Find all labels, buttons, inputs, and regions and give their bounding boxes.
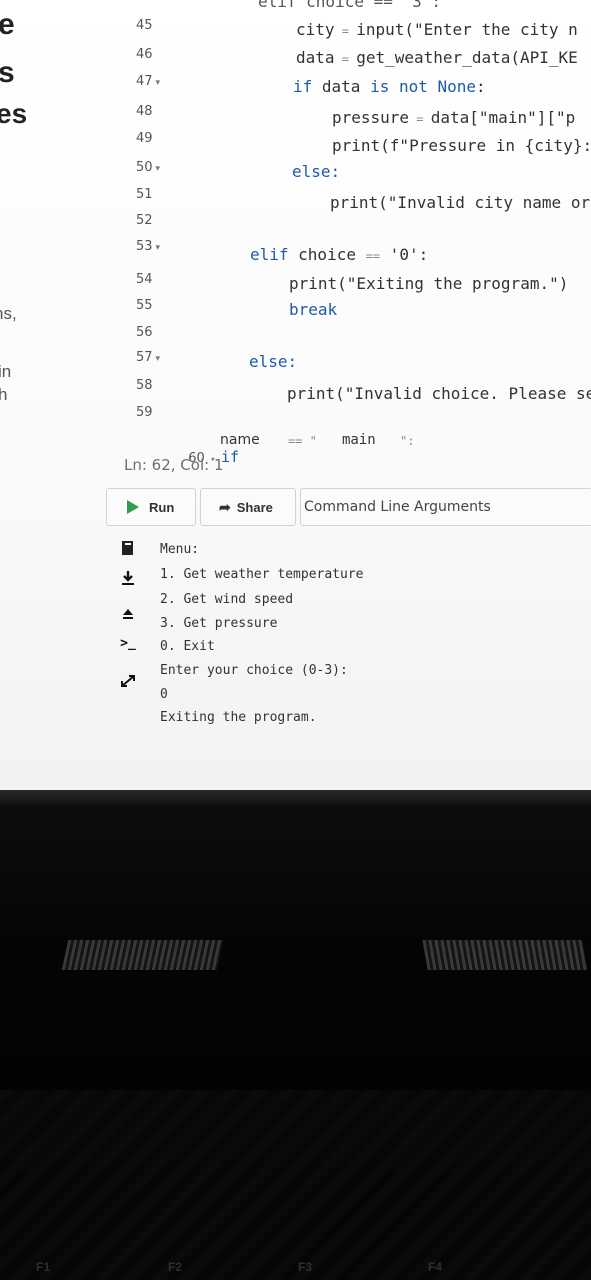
run-button-label: Run (149, 499, 175, 515)
keyboard-key: F2 (168, 1260, 183, 1274)
console-line: Enter your choice (0-3): (160, 663, 348, 678)
keyboard-key: F4 (428, 1260, 443, 1274)
download-icon[interactable] (116, 570, 140, 590)
run-button[interactable]: Run (106, 488, 196, 526)
cursor-position-status: Ln: 62, Col: 1 (124, 456, 224, 474)
expand-icon[interactable] (116, 674, 140, 692)
console-line: 0. Exit (160, 639, 215, 654)
console-line: Exiting the program. (160, 710, 317, 725)
code-editor[interactable]: elif choice == '3': city = input("Enter … (0, 0, 591, 466)
screen-bezel (0, 790, 591, 808)
share-button-label: Share (236, 499, 273, 515)
speaker-grille (422, 940, 588, 970)
code-line: pressure = data["main"]["p (332, 108, 576, 127)
code-line: elif choice == '0': (250, 245, 429, 264)
code-line: print("Exiting the program.") (289, 274, 569, 293)
code-line: print(f"Pressure in {city}: (332, 136, 591, 155)
code-line: data = get_weather_data(API_KE (296, 48, 578, 67)
share-button[interactable]: ➦ Share (200, 488, 296, 526)
console-line: 3. Get pressure (160, 616, 278, 631)
play-icon (127, 500, 139, 514)
code-line: city = input("Enter the city n (296, 20, 578, 39)
keyboard-key: F3 (298, 1260, 313, 1274)
code-line: else: (249, 352, 298, 371)
code-line: if data is not None: (293, 77, 486, 96)
console-line: 1. Get weather temperature (160, 567, 364, 582)
code-line: elif choice == '3': (258, 0, 442, 11)
keyboard-key: F1 (36, 1260, 51, 1274)
ide-screen: e s es ns, in h 45 46 47▾ 48 49 50▾ 51 5… (0, 0, 591, 790)
code-line: break (289, 300, 338, 319)
code-line: print("Invalid choice. Please se (287, 384, 591, 403)
console-line: 0 (160, 687, 168, 702)
keyboard-deck (0, 1090, 591, 1280)
console-line: Menu: (160, 542, 200, 557)
terminal-icon[interactable]: >_ (116, 636, 140, 651)
erase-icon[interactable] (116, 606, 140, 624)
share-icon: ➦ (219, 498, 231, 515)
command-line-arguments-button[interactable]: Command Line Arguments (300, 488, 591, 526)
code-line: ": (400, 434, 415, 448)
console-line: 2. Get wind speed (160, 592, 294, 607)
code-line: == " (288, 434, 317, 448)
code-line: else: (292, 162, 341, 181)
laptop-body: F1 F2 F3 F4 (0, 790, 591, 1280)
run-toolbar: Run ➦ Share Command Line Arguments (104, 486, 591, 530)
code-line: print("Invalid city name or (330, 193, 591, 212)
args-label: Command Line Arguments (304, 499, 491, 515)
code-line: name (220, 432, 260, 448)
console-side-toolbar: >_ (116, 538, 142, 708)
code-line: main (342, 432, 376, 448)
file-icon[interactable] (116, 540, 140, 560)
speaker-grille (61, 940, 224, 970)
